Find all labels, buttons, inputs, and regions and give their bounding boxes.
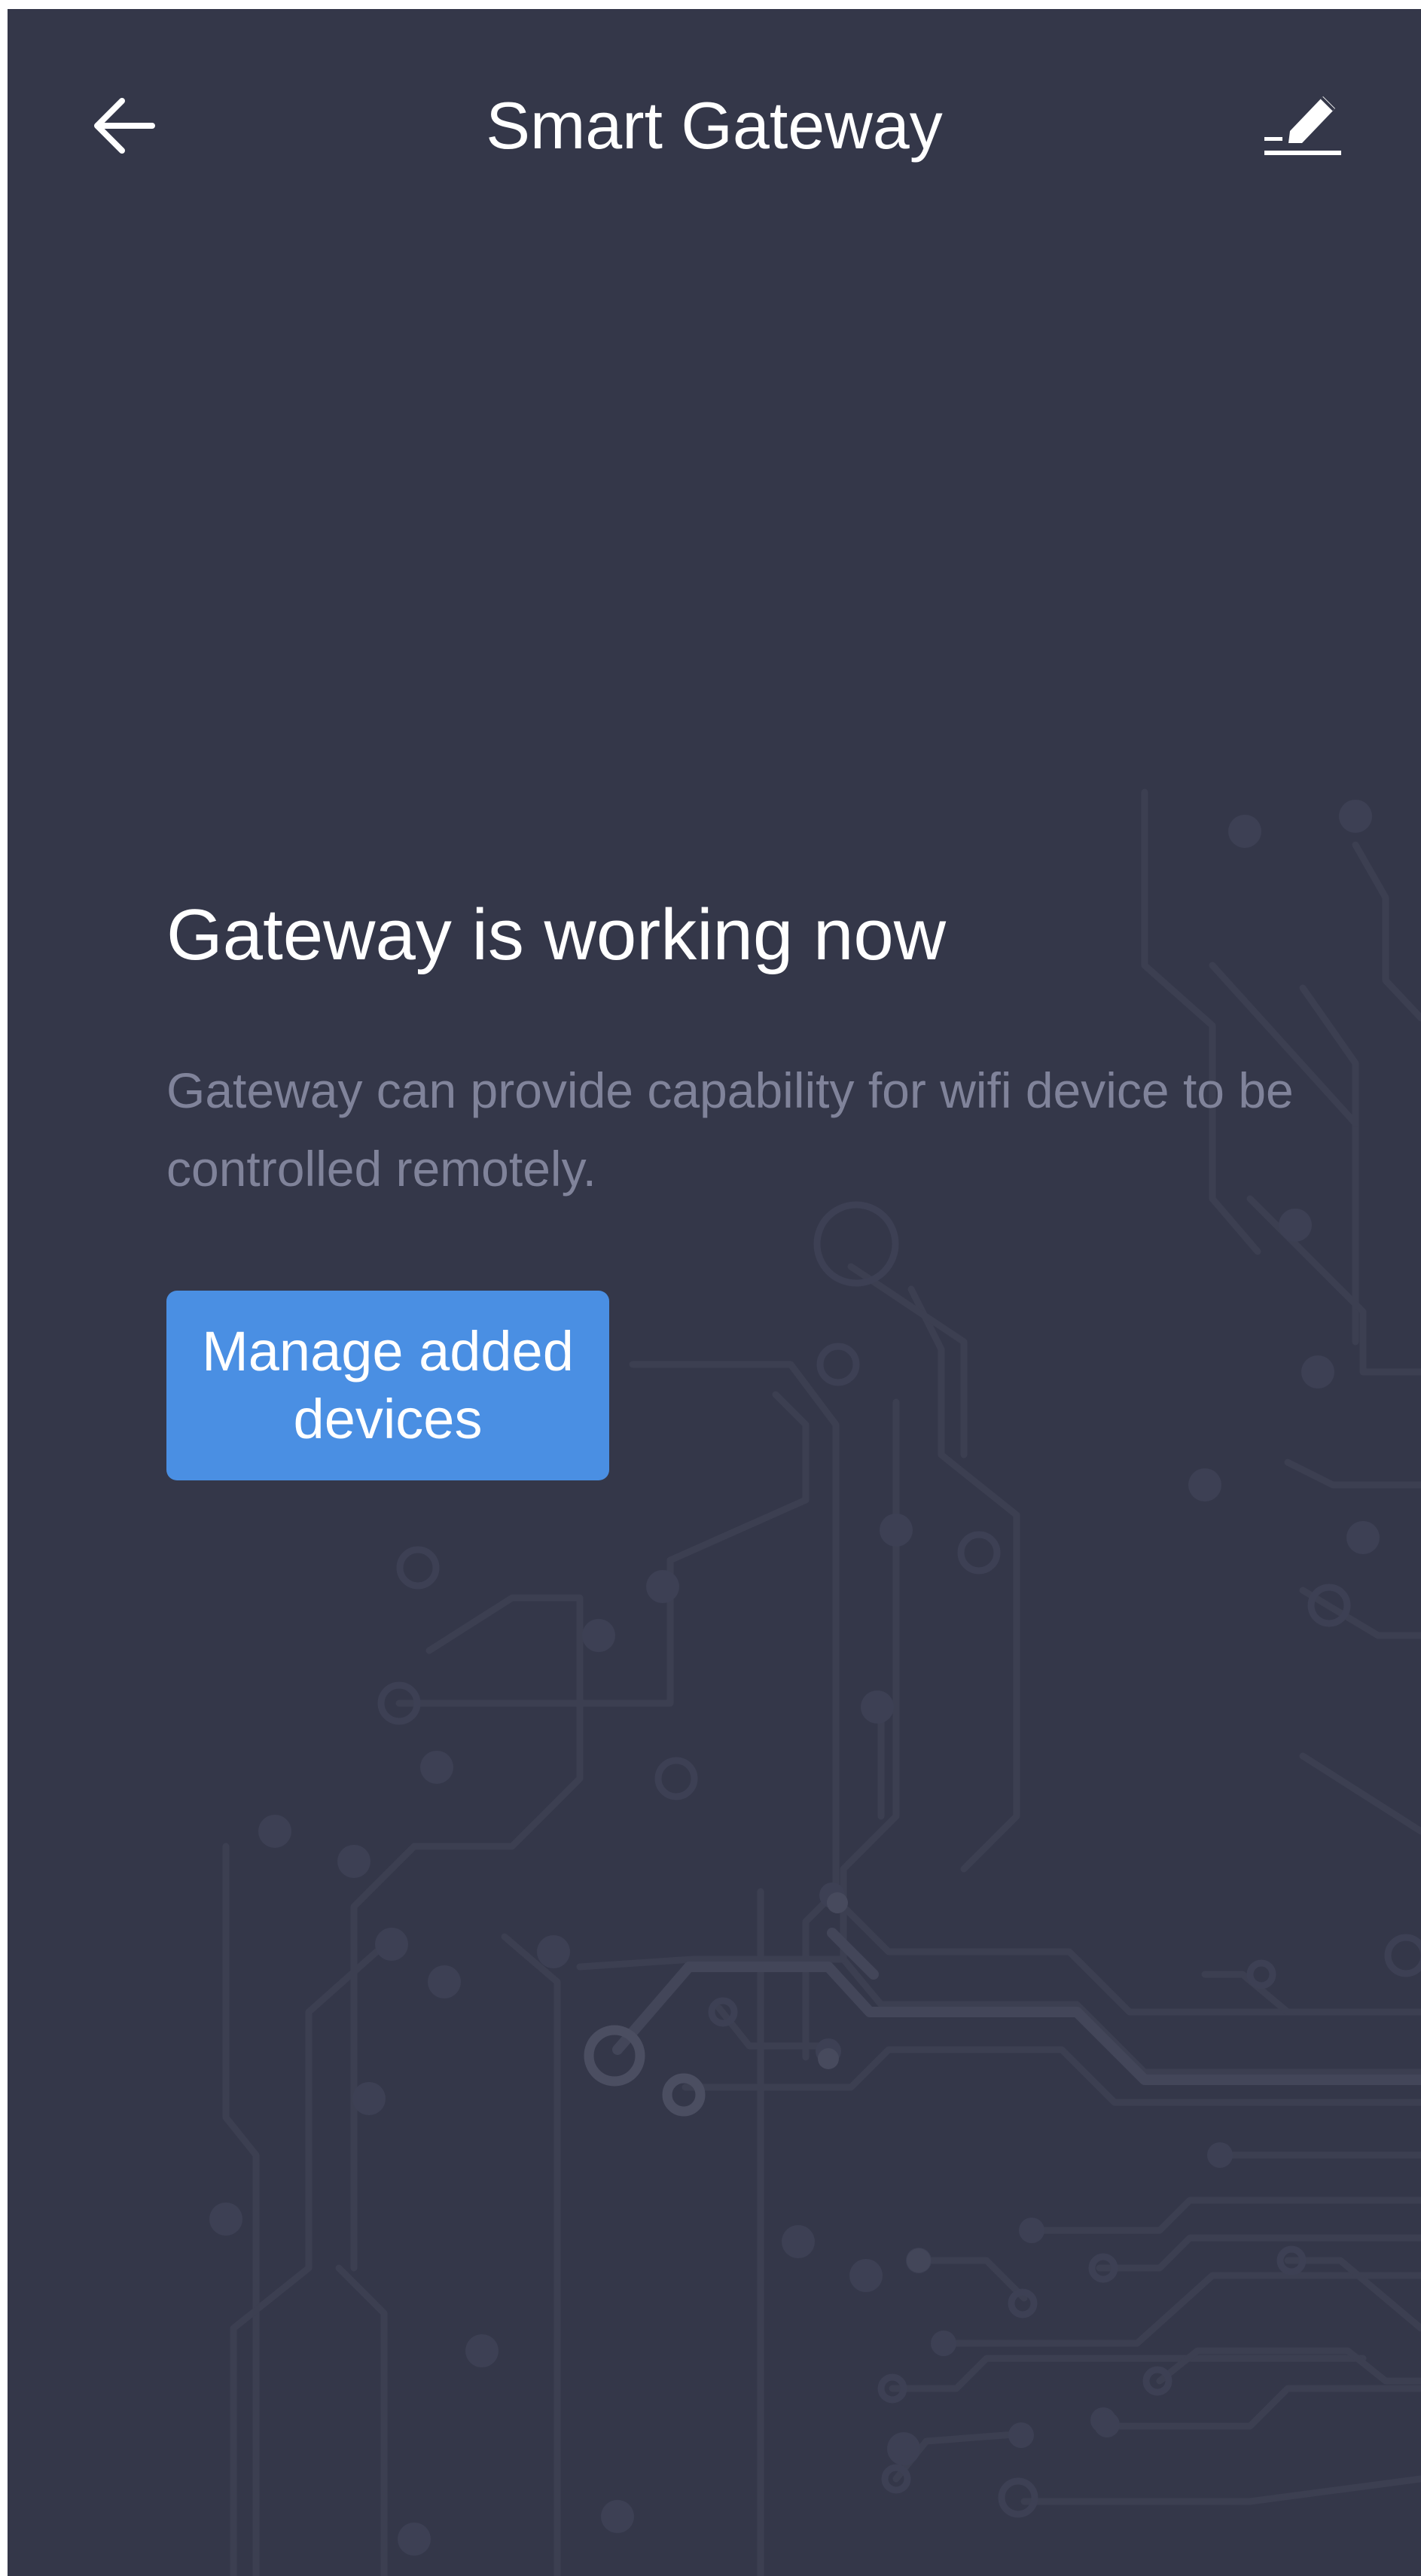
gateway-screen: Smart Gateway Gateway is working now Gat… xyxy=(8,9,1421,2576)
page-title: Smart Gateway xyxy=(486,88,943,163)
manage-added-devices-button[interactable]: Manage added devices xyxy=(166,1291,609,1480)
top-app-bar: Smart Gateway xyxy=(8,9,1421,235)
edit-button[interactable] xyxy=(1250,77,1355,175)
status-description-line-2: controlled remotely. xyxy=(166,1141,597,1197)
pencil-edit-icon xyxy=(1264,96,1341,155)
status-heading: Gateway is working now xyxy=(166,895,947,975)
status-description: Gateway can provide capability for wifi … xyxy=(166,1051,1421,1208)
status-description-line-1: Gateway can provide capability for wifi … xyxy=(166,1062,1294,1118)
